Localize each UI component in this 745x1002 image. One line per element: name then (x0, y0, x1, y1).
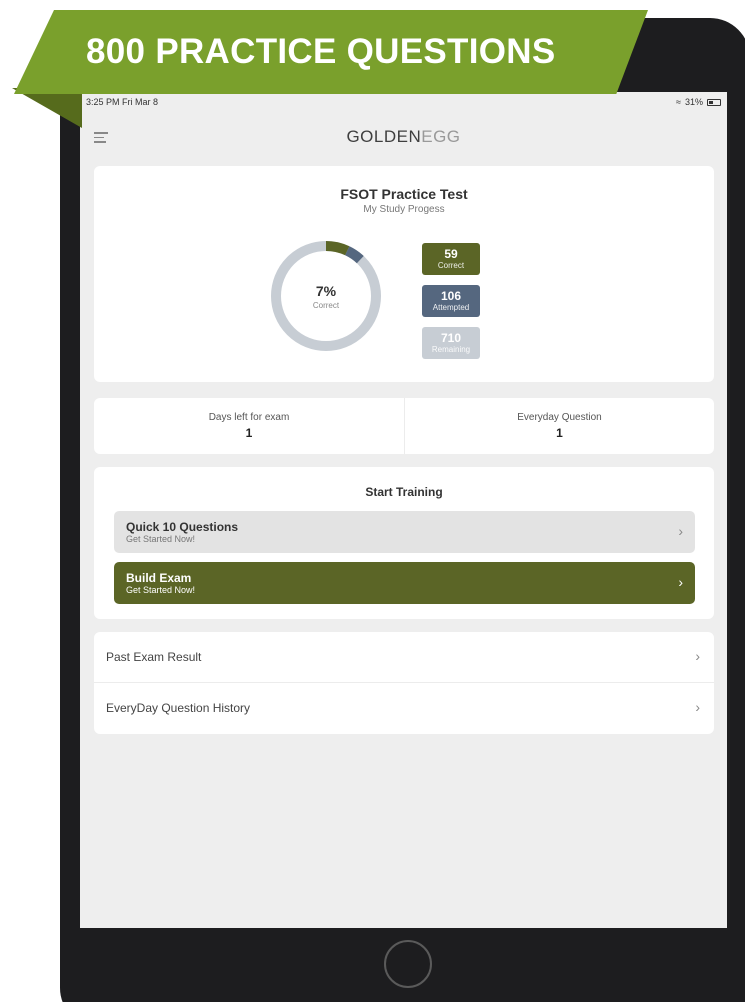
battery-icon (707, 98, 721, 106)
everyday-question-history-link[interactable]: EveryDay Question History › (94, 683, 714, 734)
correct-label: Correct (437, 261, 465, 270)
quick-button-title: Quick 10 Questions (126, 520, 239, 534)
promo-banner: 800 PRACTICE QUESTIONS (14, 10, 648, 94)
attempted-count: 106 (440, 289, 462, 303)
correct-count: 59 (444, 247, 458, 261)
app-header: GOLDENEGG (80, 112, 727, 160)
logo-main-text: GOLDEN (346, 127, 422, 146)
everyday-history-label: EveryDay Question History (106, 701, 251, 715)
remaining-count: 710 (440, 331, 462, 345)
banner-text: 800 PRACTICE QUESTIONS (86, 32, 556, 71)
days-left-section: Days left for exam 1 (94, 398, 404, 454)
attempted-stat-badge: 106 Attempted (422, 285, 480, 317)
quick-10-questions-button[interactable]: Quick 10 Questions Get Started Now! › (114, 511, 695, 553)
donut-label: Correct (312, 300, 340, 310)
chevron-right-icon: › (695, 699, 700, 715)
donut-percent: 7% (315, 282, 337, 299)
build-button-title: Build Exam (126, 571, 192, 585)
past-exam-result-label: Past Exam Result (106, 650, 202, 664)
everyday-question-label: Everyday Question (517, 412, 602, 423)
attempted-label: Attempted (432, 303, 470, 312)
training-title: Start Training (365, 485, 443, 499)
quick-button-subtitle: Get Started Now! (126, 534, 196, 544)
study-progress-card: FSOT Practice Test My Study Progess 7% C… (94, 166, 714, 382)
battery-percent: 31% (684, 97, 703, 107)
app-screen: 3:25 PM Fri Mar 8 ≈ 31% GOLDENEGG FSOT P… (80, 92, 727, 928)
chevron-right-icon: › (678, 523, 683, 539)
build-exam-button[interactable]: Build Exam Get Started Now! › (114, 562, 695, 604)
exam-info-card: Days left for exam 1 Everyday Question 1 (94, 398, 714, 454)
banner-fold (12, 88, 82, 128)
everyday-question-section: Everyday Question 1 (404, 398, 714, 454)
days-left-label: Days left for exam (208, 412, 290, 423)
status-bar: 3:25 PM Fri Mar 8 ≈ 31% (80, 92, 727, 112)
progress-subtitle: My Study Progess (363, 204, 445, 215)
progress-title: FSOT Practice Test (340, 186, 468, 202)
build-button-subtitle: Get Started Now! (126, 585, 196, 595)
wifi-icon: ≈ (676, 97, 681, 107)
remaining-label: Remaining (431, 345, 471, 354)
correct-stat-badge: 59 Correct (422, 243, 480, 275)
chevron-right-icon: › (678, 574, 683, 590)
donut-center: 7% Correct (266, 236, 386, 356)
app-logo: GOLDENEGG (80, 127, 727, 147)
status-time: 3:25 PM Fri Mar 8 (86, 97, 159, 107)
past-exam-result-link[interactable]: Past Exam Result › (94, 632, 714, 683)
history-links-card: Past Exam Result › EveryDay Question His… (94, 632, 714, 734)
home-button[interactable] (384, 940, 432, 988)
chevron-right-icon: › (695, 648, 700, 664)
everyday-question-value: 1 (556, 426, 563, 440)
start-training-card: Start Training Quick 10 Questions Get St… (94, 467, 714, 619)
remaining-stat-badge: 710 Remaining (422, 327, 480, 359)
days-left-value: 1 (245, 426, 253, 440)
status-right: ≈ 31% (676, 97, 721, 107)
logo-accent-text: EGG (421, 127, 461, 146)
